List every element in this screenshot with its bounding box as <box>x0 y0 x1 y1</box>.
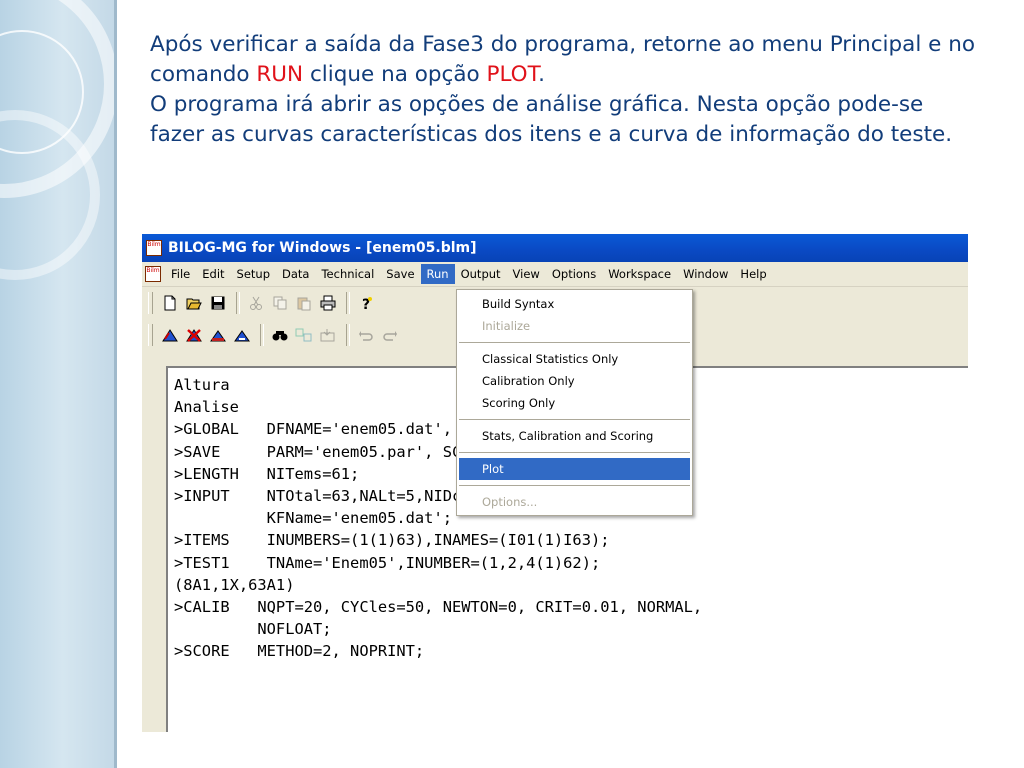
menu-separator <box>459 485 690 486</box>
decorative-side-band <box>0 0 114 768</box>
code-line[interactable]: >TEST1 TNAme='Enem05',INUMBER=(1,2,4(1)6… <box>174 552 968 574</box>
menu-file[interactable]: File <box>165 264 196 284</box>
stop-icon[interactable] <box>183 324 205 346</box>
toolbar-separator <box>346 324 350 346</box>
menu-separator <box>459 342 690 343</box>
run-icon[interactable] <box>159 324 181 346</box>
code-line[interactable]: NOFLOAT; <box>174 618 968 640</box>
menu-item-options: Options... <box>482 495 538 509</box>
toolbar-separator <box>260 324 264 346</box>
menu-help[interactable]: Help <box>734 264 772 284</box>
menu-separator <box>459 452 690 453</box>
redo-icon[interactable] <box>379 324 401 346</box>
goto-icon[interactable] <box>317 324 339 346</box>
code-line[interactable]: (8A1,1X,63A1) <box>174 574 968 596</box>
menu-edit[interactable]: Edit <box>196 264 230 284</box>
menu-output[interactable]: Output <box>455 264 507 284</box>
help-icon[interactable]: ? <box>355 292 377 314</box>
window-title: BILOG-MG for Windows - [enem05.blm] <box>168 240 477 256</box>
menu-technical[interactable]: Technical <box>315 264 380 284</box>
instruction-paragraph: Após verificar a saída da Fase3 do progr… <box>150 30 980 90</box>
document-icon[interactable]: Bilm <box>145 266 161 282</box>
menu-item-classical-statistics[interactable]: Classical Statistics Only <box>459 348 690 370</box>
next-icon[interactable] <box>231 324 253 346</box>
menu-options[interactable]: Options <box>546 264 602 284</box>
decorative-divider <box>114 0 117 768</box>
instruction-text: clique na opção <box>303 62 487 87</box>
copy-icon[interactable] <box>269 292 291 314</box>
code-line[interactable]: >SCORE METHOD=2, NOPRINT; <box>174 640 968 662</box>
new-file-icon[interactable] <box>159 292 181 314</box>
save-disk-icon[interactable] <box>207 292 229 314</box>
replace-icon[interactable] <box>293 324 315 346</box>
menu-item-scoring-only[interactable]: Scoring Only <box>459 392 690 414</box>
menu-item-build-syntax[interactable]: Build Syntax <box>459 293 690 315</box>
open-folder-icon[interactable] <box>183 292 205 314</box>
toolbar-grip[interactable] <box>148 292 153 314</box>
print-icon[interactable] <box>317 292 339 314</box>
menu-save[interactable]: Save <box>380 264 420 284</box>
app-icon[interactable]: Bilm <box>146 240 162 256</box>
highlight-run: RUN <box>256 62 304 87</box>
highlight-plot: PLOT <box>486 62 539 87</box>
code-line[interactable]: >ITEMS INUMBERS=(1(1)63),INAMES=(I01(1)I… <box>174 529 968 551</box>
menu-window[interactable]: Window <box>677 264 734 284</box>
code-line[interactable]: >CALIB NQPT=20, CYCles=50, NEWTON=0, CRI… <box>174 596 968 618</box>
toolbar-separator <box>346 292 350 314</box>
menu-workspace[interactable]: Workspace <box>602 264 677 284</box>
paste-icon[interactable] <box>293 292 315 314</box>
step-icon[interactable] <box>207 324 229 346</box>
find-icon[interactable] <box>269 324 291 346</box>
menu-separator <box>459 419 690 420</box>
undo-icon[interactable] <box>355 324 377 346</box>
title-bar[interactable]: Bilm BILOG-MG for Windows - [enem05.blm] <box>142 234 968 262</box>
editor-gutter <box>144 366 168 732</box>
menu-setup[interactable]: Setup <box>231 264 276 284</box>
menu-item-stats-calibration-scoring[interactable]: Stats, Calibration and Scoring <box>459 425 690 447</box>
menu-item-plot[interactable]: Plot <box>459 458 690 480</box>
menu-item-calibration-only[interactable]: Calibration Only <box>459 370 690 392</box>
menu-item-initialize: Initialize <box>482 319 531 333</box>
toolbar-grip[interactable] <box>148 324 153 346</box>
menu-run[interactable]: Run <box>420 264 455 284</box>
menu-view[interactable]: View <box>507 264 546 284</box>
menu-data[interactable]: Data <box>276 264 315 284</box>
menu-bar: Bilm File Edit Setup Data Technical Save… <box>142 262 968 287</box>
cut-icon[interactable] <box>245 292 267 314</box>
instruction-text: . <box>538 62 546 87</box>
description-paragraph: O programa irá abrir as opções de anális… <box>150 92 953 147</box>
run-dropdown-menu: Build Syntax Initialize Classical Statis… <box>456 289 693 516</box>
toolbar-separator <box>236 292 240 314</box>
slide-text: Após verificar a saída da Fase3 do progr… <box>150 30 980 150</box>
